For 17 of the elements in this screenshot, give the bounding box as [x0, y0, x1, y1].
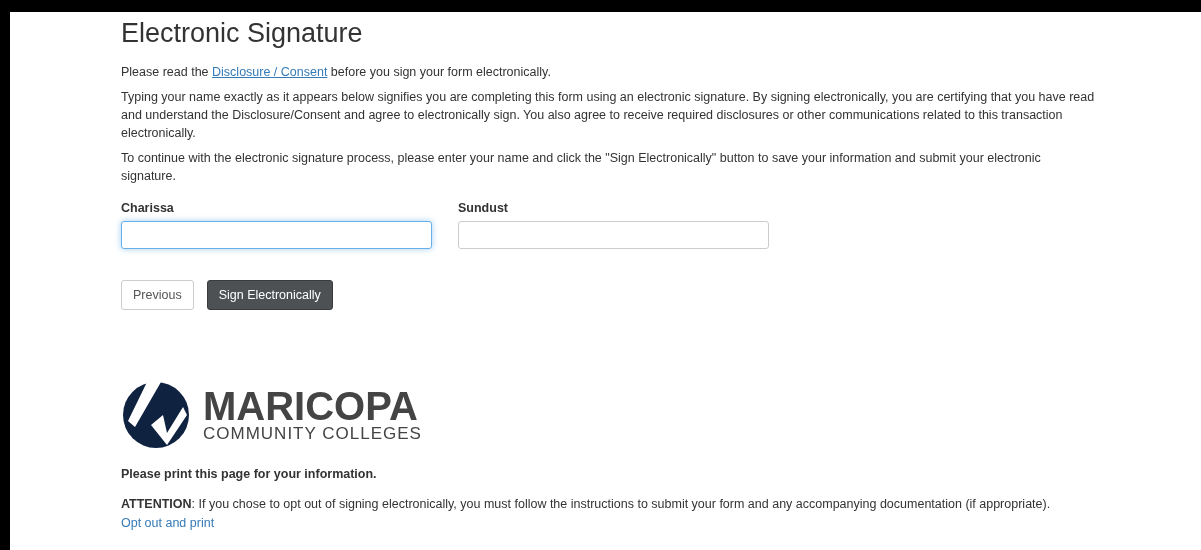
logo-icon — [123, 381, 189, 449]
opt-out-link[interactable]: Opt out and print — [121, 516, 215, 530]
attention-text: ATTENTION: If you chose to opt out of signing electronically, you must follow the instructions to submit your form and any accompanying documentation (if appropriate). — [121, 496, 1052, 513]
sign-button[interactable]: Sign Electronically — [206, 280, 333, 310]
intro-text: Please read the Disclosure / Consent before you sign your form electronically. — [121, 64, 552, 81]
field-label: Sundust — [458, 201, 509, 215]
logo-name: MARICOPA — [203, 387, 418, 425]
instruction-text: Typing your name exactly as it appears below signifies you are completing this form using an electronic signature. By signing electronically, you are certifying that you have read and understand the Disclosure/Consent and agree to electronically sign. You also agree to receive required disclosures or other communications related to this transaction electronically. — [121, 89, 1096, 142]
name-field[interactable] — [121, 221, 432, 249]
page-title: Electronic Signature — [121, 18, 364, 49]
previous-button[interactable]: Previous — [121, 280, 194, 310]
name-field[interactable] — [458, 221, 769, 249]
logo-subtitle: COMMUNITY COLLEGES — [203, 425, 422, 443]
disclosure-link[interactable]: Disclosure / Consent — [212, 65, 328, 79]
instruction-text: To continue with the electronic signature process, please enter your name and click the "Sign Electronically" button to save your information and submit your electronic signature. — [121, 150, 1042, 185]
print-note: Please print this page for your information. — [121, 466, 378, 483]
field-label: Charissa — [121, 201, 175, 215]
